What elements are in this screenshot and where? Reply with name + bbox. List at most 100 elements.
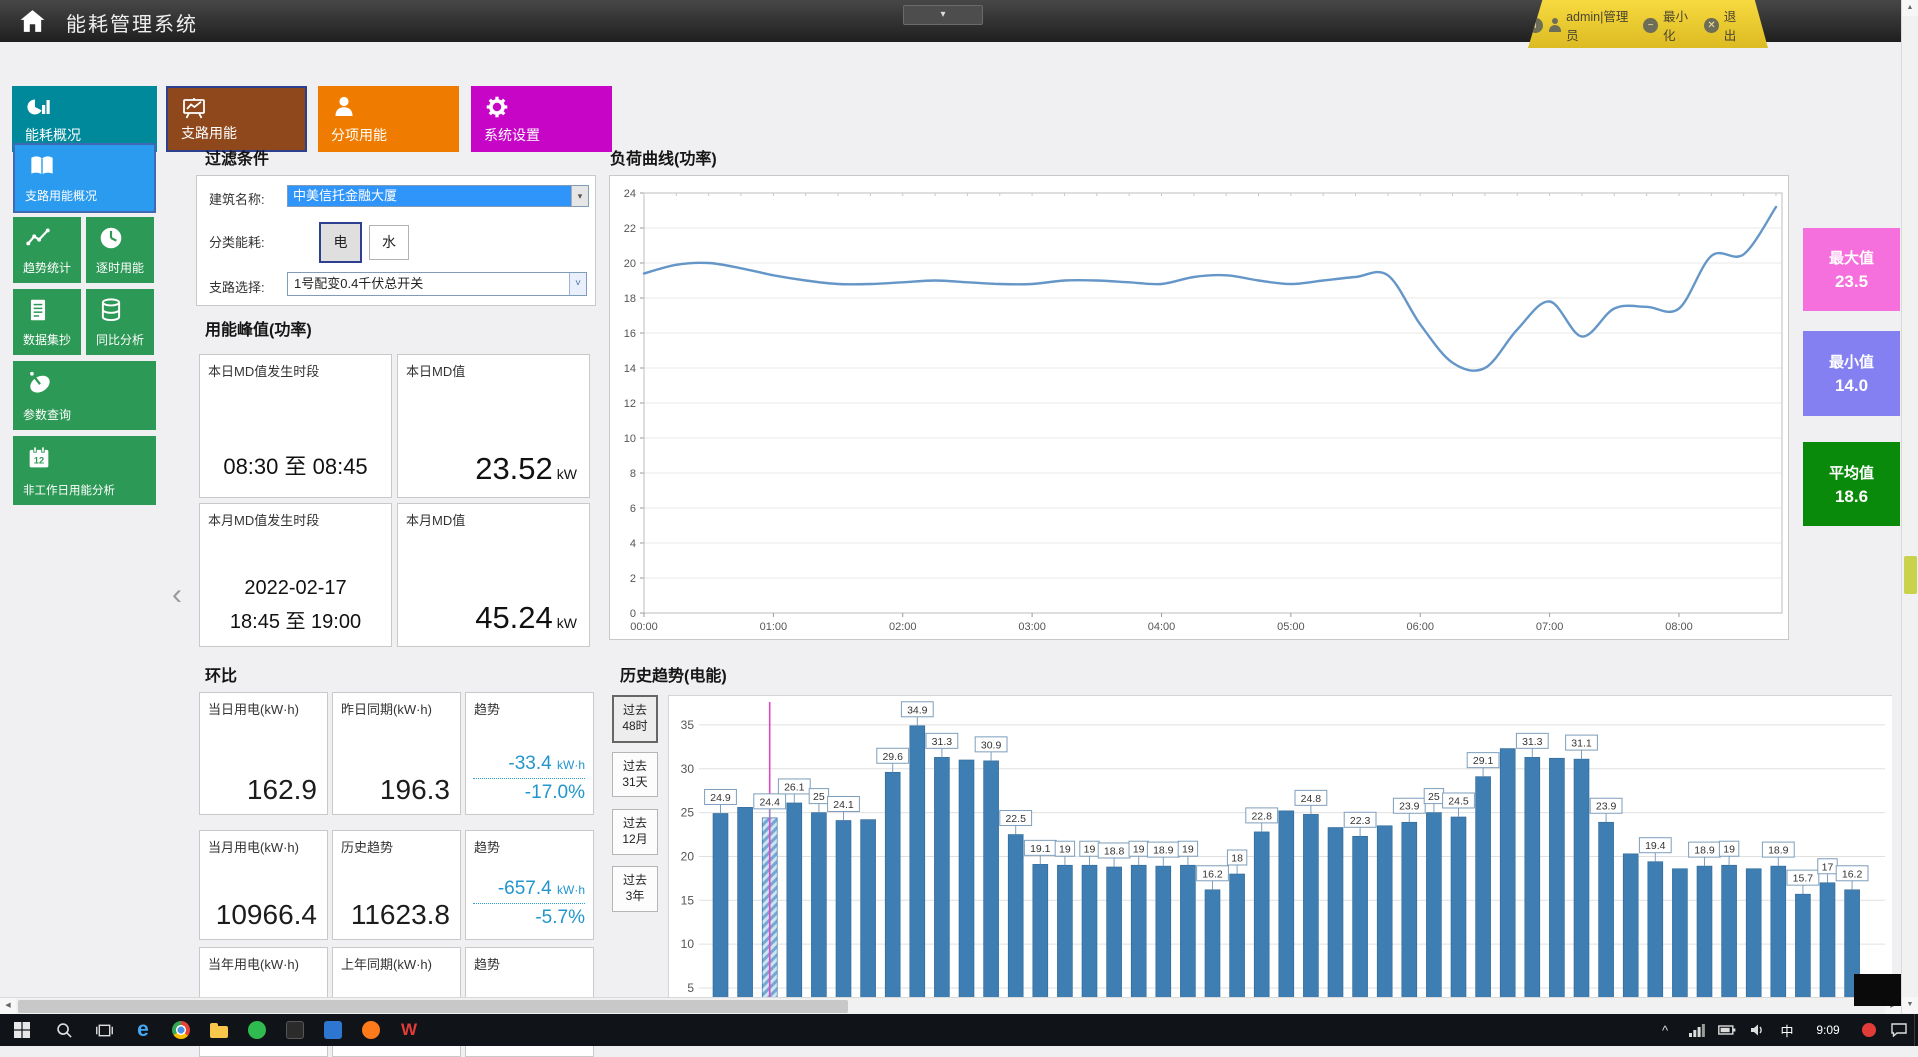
md-value: 45.24kW <box>475 600 577 636</box>
taskbar-app-dark-button[interactable] <box>276 1014 314 1046</box>
taskbar-app-orange-button[interactable] <box>352 1014 390 1046</box>
wps-icon: W <box>401 1020 417 1040</box>
sidebar-item-data-collection[interactable]: 数据集抄 <box>13 289 81 355</box>
svg-text:31.3: 31.3 <box>1522 736 1543 748</box>
taskbar-file-explorer-button[interactable] <box>200 1014 238 1046</box>
close-icon[interactable]: ✕ <box>1704 18 1719 33</box>
svg-text:12: 12 <box>624 398 636 410</box>
tray-expand-button[interactable]: ^ <box>1650 1014 1680 1046</box>
minimize-button[interactable]: 最小化 <box>1663 6 1699 44</box>
task-view-button[interactable] <box>84 1014 124 1046</box>
building-select[interactable]: 中美信托金融大厦 ▾ <box>287 185 589 207</box>
category-option-electricity[interactable]: 电 <box>319 222 362 263</box>
stat-label: 最小值 <box>1803 351 1900 372</box>
taskbar-search-button[interactable] <box>44 1014 84 1046</box>
tray-volume-button[interactable] <box>1742 1014 1772 1046</box>
svg-text:25: 25 <box>681 806 695 820</box>
green-app-icon <box>248 1021 266 1039</box>
card-label: 趋势 <box>474 837 500 856</box>
gear-icon <box>484 94 510 120</box>
action-center-button[interactable] <box>1884 1014 1914 1046</box>
vertical-scrollbar[interactable]: ▲ ▼ <box>1901 0 1918 1014</box>
network-icon <box>1689 1023 1705 1037</box>
sidebar-item-hourly-energy[interactable]: 逐时用能 <box>86 217 154 283</box>
svg-text:04:00: 04:00 <box>1148 621 1176 633</box>
md-value: 23.52kW <box>475 451 577 487</box>
tab-subitem-energy[interactable]: 分项用能 <box>318 86 459 152</box>
taskbar-edge-button[interactable]: e <box>124 1014 162 1046</box>
scroll-down-icon[interactable]: ▼ <box>1902 997 1918 1013</box>
filter-panel-title: 过滤条件 <box>205 145 269 169</box>
card-label: 昨日同期(kW·h) <box>341 699 432 718</box>
taskbar-chrome-button[interactable] <box>162 1014 200 1046</box>
chevron-down-icon[interactable]: ▾ <box>571 186 588 206</box>
tray-ime-button[interactable]: 中 <box>1772 1014 1802 1046</box>
building-select-value: 中美信托金融大厦 <box>288 186 571 206</box>
taskbar-app-green-button[interactable] <box>238 1014 276 1046</box>
book-icon <box>27 153 57 179</box>
tray-app-button[interactable] <box>1854 1014 1884 1046</box>
card-value: 10966.4 <box>216 899 317 931</box>
scroll-up-icon[interactable]: ▲ <box>1902 0 1918 16</box>
tab-branch-energy[interactable]: 支路用能 <box>166 86 307 152</box>
sidebar-item-label: 支路用能概况 <box>25 187 97 204</box>
tab-label: 能耗概况 <box>25 125 81 145</box>
start-button[interactable] <box>0 1014 44 1046</box>
svg-text:35: 35 <box>681 718 695 732</box>
svg-text:24.5: 24.5 <box>1448 795 1469 807</box>
history-tab-48h[interactable]: 过去48时 <box>612 695 658 743</box>
tab-label: 分项用能 <box>331 125 387 145</box>
svg-text:6: 6 <box>630 503 636 515</box>
user-name: admin|管理员 <box>1566 6 1638 44</box>
svg-text:14: 14 <box>624 363 636 375</box>
sidebar-item-label: 趋势统计 <box>23 259 71 276</box>
taskbar-wps-button[interactable]: W <box>390 1014 428 1046</box>
huanbi-card-history: 历史趋势 11623.8 <box>332 830 461 940</box>
database-icon <box>98 297 124 323</box>
taskbar-app-blue-button[interactable] <box>314 1014 352 1046</box>
info-icon[interactable]: i <box>1528 18 1543 33</box>
svg-text:16.2: 16.2 <box>1842 868 1863 880</box>
load-curve-title: 负荷曲线(功率) <box>610 145 717 169</box>
history-tab-3y[interactable]: 过去3年 <box>612 866 658 912</box>
history-tab-12m[interactable]: 过去12月 <box>612 809 658 855</box>
history-tab-31d[interactable]: 过去31天 <box>612 752 658 797</box>
sidebar-item-trend-stats[interactable]: 趋势统计 <box>13 217 81 283</box>
logout-button[interactable]: 退出 <box>1724 6 1748 44</box>
svg-text:29.1: 29.1 <box>1473 755 1494 767</box>
huanbi-card-month: 当月用电(kW·h) 10966.4 <box>199 830 328 940</box>
svg-text:17: 17 <box>1822 861 1834 873</box>
clock-icon <box>98 225 124 251</box>
load-curve-panel: 02468101214161820222400:0001:0002:0003:0… <box>609 175 1789 640</box>
svg-text:02:00: 02:00 <box>889 621 917 633</box>
svg-text:16: 16 <box>624 328 636 340</box>
huanbi-panel-title: 环比 <box>205 662 237 686</box>
horizontal-scroll-thumb[interactable] <box>18 1000 848 1013</box>
scroll-left-icon[interactable]: ◀ <box>0 998 16 1014</box>
svg-text:24.1: 24.1 <box>833 799 854 811</box>
windows-taskbar: e W ^ 中 9:09 <box>0 1014 1918 1046</box>
category-option-water[interactable]: 水 <box>369 225 409 260</box>
tray-network-button[interactable] <box>1682 1014 1712 1046</box>
card-label: 本日MD值发生时段 <box>208 361 319 380</box>
svg-text:22.5: 22.5 <box>1005 813 1026 825</box>
sidebar-item-parameter-query[interactable]: 参数查询 <box>13 361 156 430</box>
taskbar-clock[interactable]: 9:09 <box>1804 1014 1852 1046</box>
header-collapse-button[interactable]: ▾ <box>903 5 983 25</box>
show-desktop-button[interactable] <box>1914 1014 1918 1046</box>
sidebar-item-branch-overview[interactable]: 支路用能概况 <box>13 143 156 213</box>
minimize-icon[interactable]: − <box>1643 18 1658 33</box>
sidebar-item-yoy-analysis[interactable]: 同比分析 <box>86 289 154 355</box>
user-badge-row: i admin|管理员 − 最小化 ✕ 退出 <box>1528 0 1768 44</box>
svg-text:23.9: 23.9 <box>1596 801 1617 813</box>
sidebar-item-nonworkday-analysis[interactable]: 12 非工作日用能分析 <box>13 436 156 505</box>
home-button[interactable] <box>10 4 54 38</box>
branch-select[interactable]: 1号配变0.4千伏总开关 ˅ <box>287 272 587 296</box>
horizontal-scrollbar[interactable]: ◀ ▶ <box>0 997 1901 1014</box>
tab-system-settings[interactable]: 系统设置 <box>471 86 612 152</box>
sidebar-collapse-arrow[interactable]: ‹ <box>172 580 182 610</box>
vertical-scroll-thumb[interactable] <box>1904 556 1917 594</box>
chevron-down-icon[interactable]: ˅ <box>569 273 586 295</box>
stat-avg-box: 平均值 18.6 <box>1803 442 1900 526</box>
tray-battery-button[interactable] <box>1712 1014 1742 1046</box>
